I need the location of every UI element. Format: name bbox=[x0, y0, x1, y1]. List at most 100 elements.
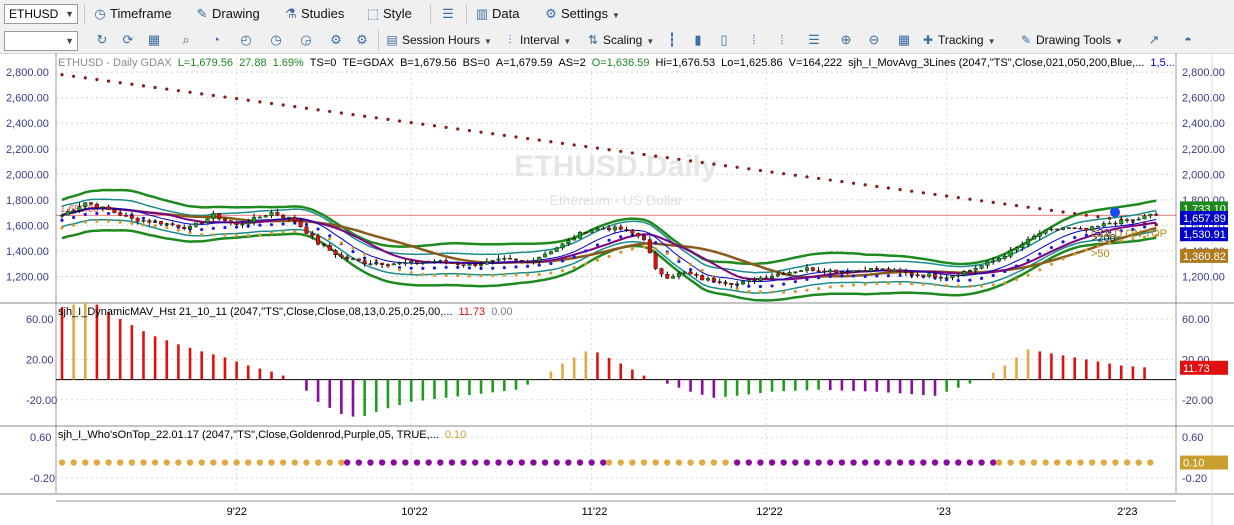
gauge-icon[interactable]: ◓ bbox=[1178, 30, 1198, 50]
price-panel-header: ETHUSD - Daily GDAX L=1,679.56 27.88 1.69% T… bbox=[58, 57, 1181, 69]
symbol-icon-2[interactable]: ◷ bbox=[266, 30, 286, 50]
candle-body bbox=[577, 232, 582, 239]
whos-on-top-dot bbox=[1054, 459, 1061, 466]
candle-body bbox=[566, 239, 571, 245]
whos-on-top-dot bbox=[1030, 459, 1038, 466]
candle-body bbox=[921, 274, 926, 277]
cog-icon[interactable]: ⚙ bbox=[352, 30, 372, 50]
whos-on-top-dot bbox=[314, 459, 322, 466]
price-tick-left: 1,600.00 bbox=[6, 220, 49, 232]
settings-button[interactable]: ⚙ Settings ▼ bbox=[543, 4, 620, 24]
hist-bar bbox=[991, 372, 995, 380]
gold-dot bbox=[898, 281, 902, 286]
bar-style-icon[interactable]: ┇ bbox=[662, 30, 682, 50]
candle-body bbox=[484, 261, 489, 265]
blue-dot bbox=[549, 261, 553, 266]
timeframe-button[interactable]: ◷ Timeframe bbox=[92, 4, 171, 24]
whos-on-top-dot bbox=[885, 459, 892, 466]
trendline-dot bbox=[712, 162, 716, 166]
gold-dot bbox=[991, 283, 995, 287]
trendline-dot bbox=[444, 125, 448, 129]
blue-dot bbox=[432, 266, 437, 270]
dial-icon[interactable]: ◔ bbox=[206, 30, 226, 50]
blue-dot bbox=[526, 264, 530, 268]
whos-on-top-dot bbox=[413, 459, 421, 466]
blue-dot bbox=[584, 249, 588, 253]
whos-on-top-dot bbox=[780, 459, 787, 466]
candle-body bbox=[915, 274, 920, 276]
candle-body bbox=[548, 251, 553, 255]
whos-on-top-dot bbox=[908, 459, 915, 466]
hist-bar bbox=[374, 379, 378, 412]
blue-dot bbox=[688, 268, 693, 272]
studies-button[interactable]: ⚗ Studies bbox=[283, 4, 344, 24]
symbol-combo[interactable]: ETHUSD ▼ bbox=[4, 4, 78, 24]
grid-icon[interactable]: ▦ bbox=[144, 30, 164, 50]
whos-on-top-dot bbox=[279, 459, 287, 466]
candle-body bbox=[903, 271, 908, 273]
gold-dot bbox=[141, 223, 146, 227]
gear-icon[interactable]: ⚙ bbox=[326, 30, 346, 50]
data-button[interactable]: ▥ Data bbox=[474, 4, 520, 24]
header-field-15: 1,5... bbox=[1150, 57, 1175, 69]
layout-icon[interactable]: ☰ bbox=[438, 4, 458, 24]
compress-bars-icon[interactable]: ⦙ bbox=[744, 30, 764, 50]
hist-bar bbox=[1119, 365, 1123, 380]
toolbar-separator bbox=[84, 4, 85, 24]
whos-on-top-dot bbox=[699, 459, 706, 466]
price-tick-right: 2,600.00 bbox=[1182, 93, 1225, 105]
zoom-in-icon[interactable]: ⊕ bbox=[836, 30, 856, 50]
scaling-button[interactable]: ⇅ Scaling ▼ bbox=[585, 30, 654, 50]
whos-on-top-dot bbox=[163, 459, 170, 466]
symbol-icon-1[interactable]: ◴ bbox=[236, 30, 256, 50]
layout-icon[interactable]: ☰ bbox=[804, 30, 824, 50]
price-tick-left: 2,200.00 bbox=[6, 144, 49, 156]
data-window-icon[interactable]: ▦ bbox=[894, 30, 914, 50]
blue-dot bbox=[514, 265, 518, 269]
search-icon[interactable]: ⌕ bbox=[176, 30, 196, 50]
tracking-button[interactable]: ✚ Tracking ▼ bbox=[920, 30, 996, 50]
trendline-dot bbox=[549, 140, 553, 144]
hollow-candle-icon[interactable]: ▯ bbox=[714, 30, 734, 50]
candle-body bbox=[717, 281, 722, 283]
hist-bar bbox=[677, 379, 681, 388]
candle-body bbox=[118, 212, 123, 216]
session-hours-button[interactable]: ▤ Session Hours ▼ bbox=[384, 30, 492, 50]
interval-button[interactable]: ⫶ Interval ▼ bbox=[502, 30, 571, 50]
trendline-dot bbox=[1038, 207, 1042, 211]
candle-body bbox=[199, 222, 204, 225]
style-button[interactable]: ⬚ Style bbox=[365, 4, 412, 24]
trend-icon[interactable]: ↗ bbox=[1144, 30, 1164, 50]
chart-canvas[interactable]: 1,200.001,200.001,400.001,400.001,600.00… bbox=[0, 53, 1234, 525]
whos-on-top-dot bbox=[1135, 459, 1142, 466]
drawing-button[interactable]: ✎ Drawing bbox=[194, 4, 260, 24]
blue-dot bbox=[258, 223, 262, 227]
blue-dot bbox=[537, 263, 541, 267]
candle-body bbox=[246, 222, 251, 225]
blue-dot bbox=[235, 225, 239, 229]
expand-bars-icon[interactable]: ⦙ bbox=[772, 30, 792, 50]
price-tick-right: 2,200.00 bbox=[1182, 144, 1225, 156]
hist-bar bbox=[479, 379, 483, 394]
reload-icon[interactable]: ⟳ bbox=[118, 30, 138, 50]
candle-body bbox=[880, 268, 885, 270]
secondary-combo[interactable]: ▼ bbox=[4, 31, 78, 51]
candle-body bbox=[356, 258, 361, 261]
candle-body bbox=[799, 270, 804, 272]
hist-bar bbox=[1026, 349, 1030, 380]
hist-bar bbox=[468, 379, 471, 396]
trendline-dot bbox=[991, 200, 995, 204]
chevron-down-icon: ▼ bbox=[987, 37, 996, 46]
refresh-icon[interactable]: ↻ bbox=[92, 30, 112, 50]
symbol-icon-3[interactable]: ◶ bbox=[296, 30, 316, 50]
price-tick-right: 2,800.00 bbox=[1182, 67, 1225, 79]
zoom-out-icon[interactable]: ⊖ bbox=[864, 30, 884, 50]
drawing-tools-button[interactable]: ✎ Drawing Tools ▼ bbox=[1018, 30, 1123, 50]
whos-on-top-dot bbox=[588, 459, 595, 466]
candle-style-icon[interactable]: ▮ bbox=[688, 30, 708, 50]
candle-body bbox=[665, 273, 670, 279]
x-tick-label: 12'22 bbox=[756, 506, 783, 518]
blue-dot bbox=[1014, 264, 1019, 268]
whos-on-top-dot bbox=[472, 459, 479, 466]
trendline-dot bbox=[258, 100, 262, 104]
